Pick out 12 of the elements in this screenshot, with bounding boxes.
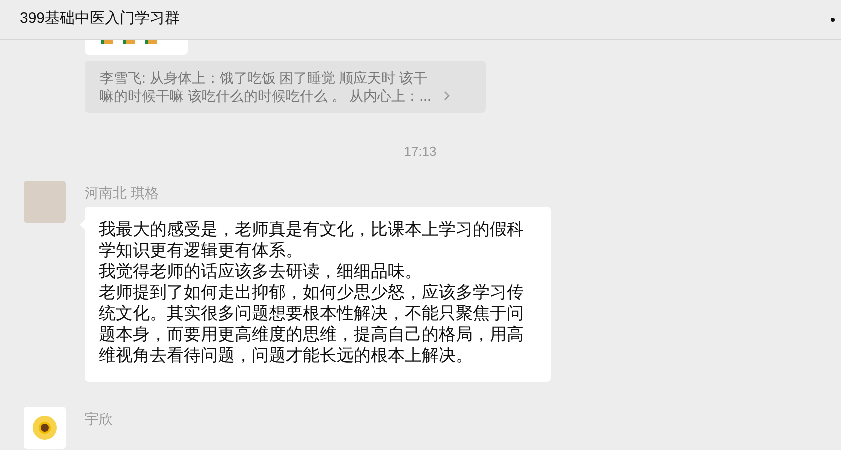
quoted-message[interactable]: 李雪飞: 从身体上：饿了吃饭 困了睡觉 顺应天时 该干嘛的时候干嘛 该吃什么的时候吃什么 。 从内心上：... — [85, 61, 486, 113]
message-text: 我最大的感受是，老师真是有文化，比课本上学习的假科学知识更有逻辑更有体系。 — [99, 218, 525, 260]
message-text: 老师提到了如何走出抑郁，如何少思少怒，应该多学习传统文化。其实很多问题想要根本性解决，不能只聚焦于问题本身，而要用更高维度的思维，提高自己的格局，用高维视角去看待问题，问题才能长远的根本上解决。 — [99, 282, 525, 366]
timestamp: 17:13 — [404, 143, 437, 161]
sender-name: 河南北 琪格 — [85, 184, 160, 202]
message-text: 我觉得老师的话应该多去研读，细细品味。 — [99, 260, 423, 282]
window-title: 399基础中医入门学习群 — [20, 9, 180, 30]
quote-text: 李雪飞: 从身体上：饿了吃饭 困了睡觉 顺应天时 该干嘛的时候干嘛 该吃什么的时候吃什么 。 从内心上：... — [100, 69, 432, 105]
more-icon[interactable] — [831, 18, 835, 22]
chevron-right-icon — [444, 91, 450, 101]
sender-name: 宇欣 — [85, 410, 113, 428]
avatar-image[interactable] — [24, 406, 66, 448]
